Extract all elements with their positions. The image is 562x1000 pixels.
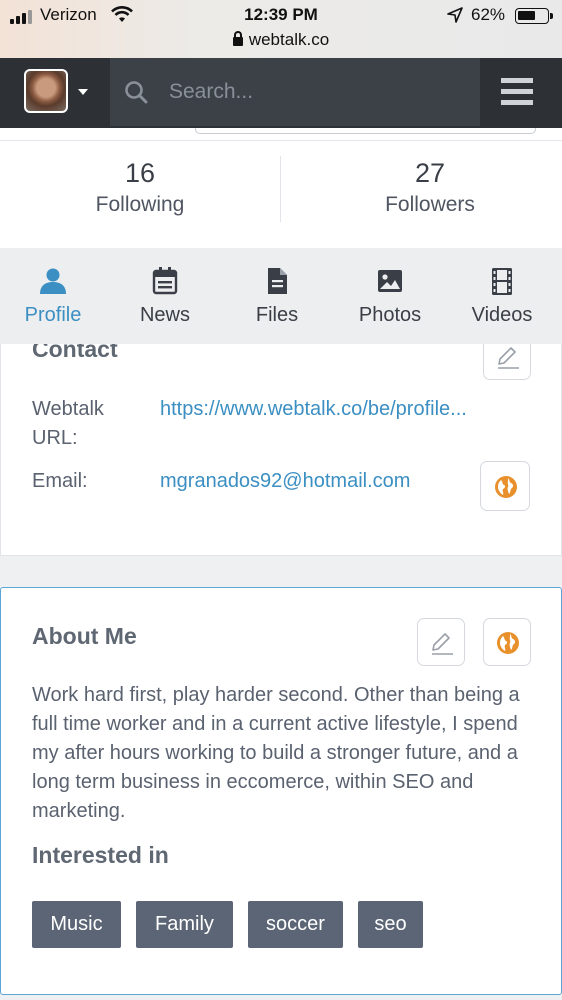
search-placeholder: Search... — [169, 80, 254, 103]
following-stat[interactable]: 16 Following — [0, 158, 280, 217]
follow-stats: 16 Following 27 Followers — [0, 128, 562, 248]
browser-url-bar[interactable]: webtalk.co — [0, 30, 562, 50]
search-input[interactable]: Search... — [110, 58, 480, 126]
tab-label: Files — [255, 304, 299, 326]
email-link[interactable]: mgranados92@hotmail.com — [160, 467, 410, 496]
label-line: URL: — [32, 427, 78, 449]
about-me-text: Work hard first, play harder second. Oth… — [32, 684, 520, 822]
tab-label: News — [139, 304, 190, 326]
film-icon — [492, 268, 512, 295]
tab-videos[interactable]: Videos — [446, 266, 558, 327]
divider — [280, 156, 281, 222]
followers-label: Followers — [385, 193, 475, 216]
following-label: Following — [95, 193, 185, 216]
hamburger-menu-icon[interactable] — [501, 78, 533, 106]
tab-label: Profile — [24, 304, 82, 326]
divider — [0, 140, 562, 141]
interest-tag[interactable]: soccer — [248, 901, 343, 948]
tab-label: Photos — [358, 304, 422, 326]
tab-profile[interactable]: Profile — [0, 266, 109, 327]
interests-title: Interested in — [32, 842, 169, 868]
profile-tabs: Profile News Files Photos Videos — [0, 248, 562, 344]
email-label: Email: — [32, 470, 88, 492]
battery-icon — [515, 8, 553, 24]
battery-percentage: 62% — [471, 5, 506, 24]
email-visibility-button[interactable] — [480, 461, 530, 511]
person-icon — [40, 268, 66, 294]
app-header: Search... — [0, 58, 562, 128]
globe-icon — [497, 632, 519, 654]
interest-tag[interactable]: Music — [32, 901, 121, 948]
webtalk-url-label: Webtalk URL: — [32, 395, 104, 453]
interest-tag[interactable]: Family — [136, 901, 233, 948]
file-icon — [268, 268, 287, 294]
status-bar: Verizon 12:39 PM 62% webtalk.co — [0, 0, 562, 58]
webtalk-url-link[interactable]: https://www.webtalk.co/be/profile... — [160, 395, 467, 424]
interest-tag[interactable]: seo — [358, 901, 423, 948]
followers-count: 27 — [414, 158, 446, 188]
calendar-icon — [152, 267, 178, 295]
edit-contact-button[interactable] — [483, 344, 531, 380]
following-count: 16 — [124, 158, 156, 188]
avatar[interactable] — [24, 69, 68, 113]
search-icon — [125, 81, 148, 104]
tab-photos[interactable]: Photos — [334, 266, 446, 327]
caret-down-icon[interactable] — [78, 89, 88, 95]
about-me-title: About Me — [32, 623, 137, 649]
location-arrow-icon — [447, 7, 463, 23]
label-line: Webtalk — [32, 398, 104, 420]
about-visibility-button[interactable] — [483, 618, 531, 666]
pencil-icon — [432, 633, 453, 655]
tab-label: Videos — [471, 304, 533, 326]
header-card-edge — [195, 128, 536, 134]
edit-about-button[interactable] — [417, 618, 465, 666]
image-icon — [378, 270, 402, 292]
tab-files[interactable]: Files — [221, 266, 333, 327]
lock-icon — [232, 31, 243, 46]
followers-stat[interactable]: 27 Followers — [290, 158, 562, 217]
url-text: webtalk.co — [248, 30, 330, 49]
about-me-card: About Me Work hard first, play harder se… — [0, 587, 562, 995]
pencil-icon — [498, 347, 519, 369]
contact-card: Contact Webtalk URL: https://www.webtalk… — [0, 344, 562, 556]
tab-news[interactable]: News — [109, 266, 221, 327]
globe-icon — [495, 476, 517, 498]
contact-title: Contact — [32, 344, 118, 362]
